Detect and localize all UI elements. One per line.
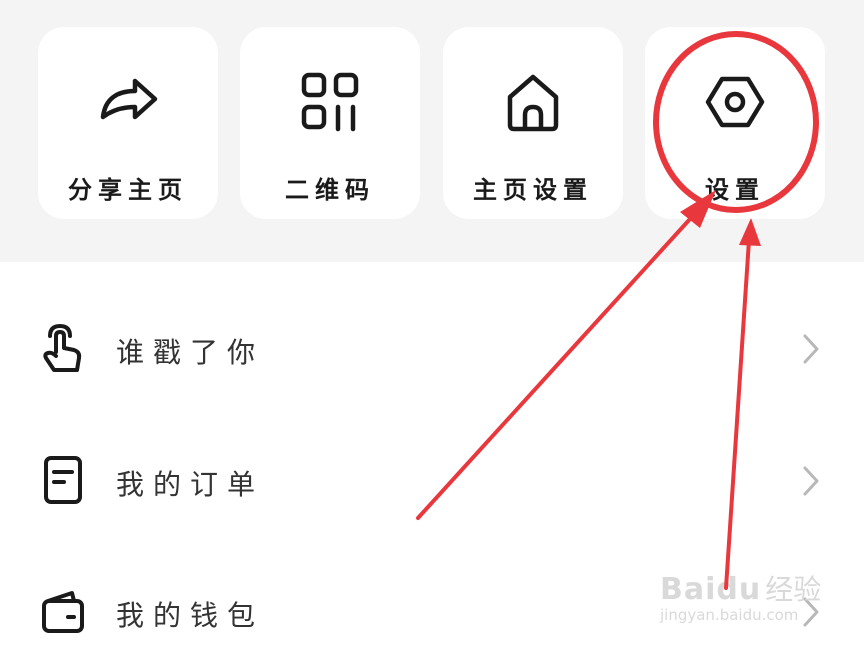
- qr-code-label: 二维码: [285, 176, 375, 204]
- list-item-who-poked-you[interactable]: 谁戳了你: [0, 303, 864, 393]
- home-icon: [507, 74, 559, 132]
- quick-actions-panel: 分享主页 二维码 主页设置 设置: [0, 0, 864, 262]
- share-homepage-label: 分享主页: [68, 176, 188, 204]
- watermark-brand: Baidu: [660, 572, 762, 607]
- share-arrow-icon: [100, 78, 158, 120]
- homepage-settings-button[interactable]: 主页设置: [443, 27, 623, 219]
- watermark-url: jingyan.baidu.com: [660, 606, 799, 624]
- share-homepage-button[interactable]: 分享主页: [38, 27, 218, 219]
- qr-code-icon: [301, 72, 359, 132]
- baidu-jingyan-watermark: Baidu 经验 jingyan.baidu.com: [660, 568, 821, 624]
- qr-code-button[interactable]: 二维码: [240, 27, 420, 219]
- annotation-arrow-line: [724, 238, 751, 590]
- list-item-my-orders[interactable]: 我的订单: [0, 435, 864, 525]
- settings-button[interactable]: 设置: [645, 27, 825, 219]
- settings-label: 设置: [705, 176, 765, 204]
- chevron-right-icon: [803, 466, 819, 496]
- homepage-settings-label: 主页设置: [473, 176, 593, 204]
- my-wallet-label: 我的钱包: [116, 599, 265, 632]
- settings-hexagon-icon: [705, 76, 765, 128]
- chevron-right-icon: [803, 334, 819, 364]
- wallet-icon: [42, 591, 84, 633]
- my-orders-label: 我的订单: [116, 468, 265, 501]
- watermark-brand-cn: 经验: [765, 573, 822, 606]
- order-document-icon: [44, 456, 82, 504]
- tap-hand-icon: [43, 323, 82, 372]
- who-poked-you-label: 谁戳了你: [116, 336, 265, 369]
